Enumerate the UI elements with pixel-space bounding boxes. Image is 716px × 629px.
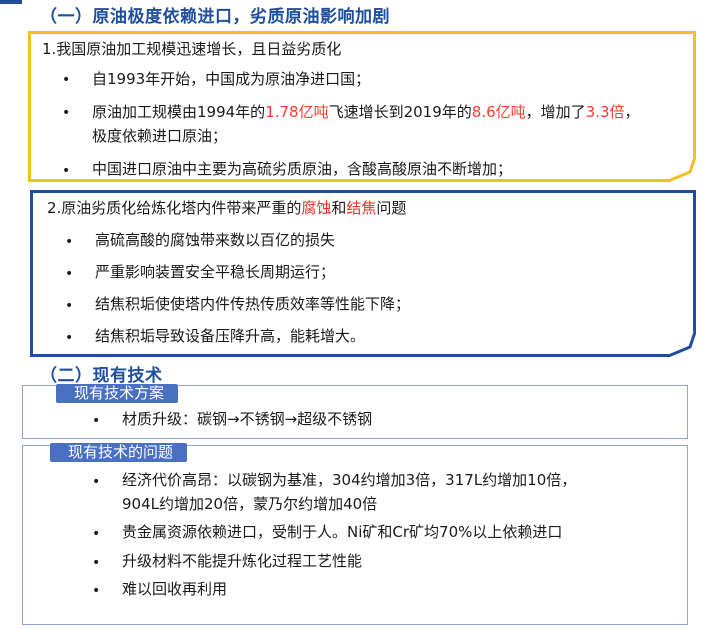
bullet-icon: •: [92, 583, 101, 599]
box2-bullet-4: 结焦积垢导致设备压降升高，能耗增大。: [95, 327, 366, 345]
keyword-coking: 结焦: [346, 199, 377, 217]
value-growth: 3.3倍: [585, 103, 625, 121]
section-title-1: （一）原油极度依赖进口，劣质原油影响加剧: [40, 7, 390, 27]
box2-bullet-2: 严重影响装置安全平稳长周期运行；: [95, 263, 336, 281]
folded-corner-icon: [666, 154, 696, 182]
bullet-icon: •: [92, 474, 101, 490]
tab-existing-solutions: 现有技术方案: [56, 384, 179, 403]
bullet-icon: •: [62, 163, 71, 179]
bullet-icon: •: [92, 413, 101, 429]
value-1994: 1.78亿吨: [265, 103, 329, 121]
bullet-icon: •: [62, 105, 71, 121]
box2-bullet-3: 结焦积垢使使塔内件传热传质效率等性能下降；: [95, 295, 411, 313]
box3-bullet-1: 材质升级：碳钢→不锈钢→超级不锈钢: [122, 410, 373, 428]
bullet-icon: •: [65, 330, 74, 346]
box1-heading: 1.我国原油加工规模迅速增长，且日益劣质化: [42, 40, 342, 58]
bullet-icon: •: [92, 555, 101, 571]
folded-corner-icon: [666, 329, 696, 357]
box4-bullet-1-line1: 经济代价高昂：以碳钢为基准，304约增加3倍，317L约增加10倍，: [122, 471, 577, 489]
bullet-icon: •: [62, 72, 71, 88]
box2-bullet-1: 高硫高酸的腐蚀带来数以百亿的损失: [95, 231, 336, 249]
value-2019: 8.6亿吨: [471, 103, 526, 121]
box1-bullet-3: 中国进口原油中主要为高硫劣质原油，含酸高酸原油不断增加；: [92, 160, 513, 178]
box4-bullet-3: 升级材料不能提升炼化过程工艺性能: [122, 552, 363, 570]
box1-bullet-2-line2: 极度依赖进口原油；: [92, 127, 228, 145]
box1-bullet-2-line1: 原油加工规模由1994年的1.78亿吨飞速增长到2019年的8.6亿吨，增加了3…: [92, 103, 640, 121]
bullet-icon: •: [92, 526, 101, 542]
tab-existing-problems: 现有技术的问题: [50, 443, 188, 462]
bullet-icon: •: [65, 266, 74, 282]
box1-bullet-1: 自1993年开始，中国成为原油净进口国；: [92, 70, 371, 88]
box4-bullet-1-line2: 904L约增加20倍，蒙乃尔约增加40倍: [122, 495, 378, 513]
bullet-icon: •: [65, 298, 74, 314]
box4-bullet-4: 难以回收再利用: [122, 580, 228, 598]
box4-bullet-2: 贵金属资源依赖进口，受制于人。Ni矿和Cr矿均70%以上依赖进口: [122, 523, 563, 541]
section-title-2: （二）现有技术: [40, 366, 163, 386]
bullet-icon: •: [65, 234, 74, 250]
box2-heading: 2.原油劣质化给炼化塔内件带来严重的腐蚀和结焦问题: [47, 199, 407, 217]
corner-accent-bar: [0, 0, 22, 4]
keyword-corrosion: 腐蚀: [301, 199, 332, 217]
